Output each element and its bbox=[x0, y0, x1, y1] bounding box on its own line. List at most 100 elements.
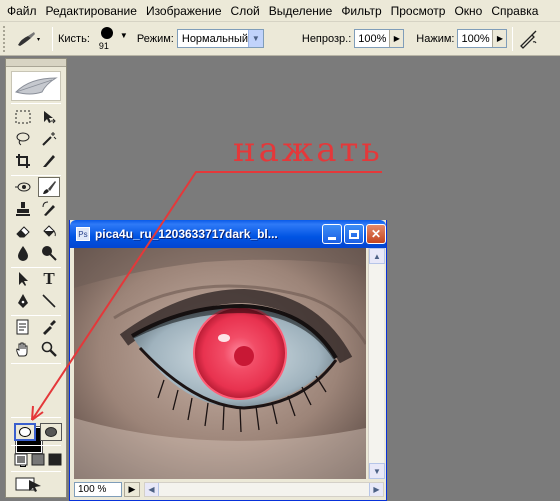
move-icon[interactable] bbox=[38, 107, 60, 127]
eye-photo bbox=[74, 248, 366, 479]
toolbox-separator bbox=[11, 363, 61, 364]
toolbox-separator bbox=[11, 471, 61, 472]
options-bar: Кисть: 91 ▼ Режим: Нормальный ▼ Непрозр.… bbox=[0, 22, 560, 56]
brush-tip-icon bbox=[100, 26, 113, 39]
line-icon[interactable] bbox=[38, 291, 60, 311]
screen-mode-controls bbox=[14, 451, 62, 467]
tool-preset-picker[interactable] bbox=[7, 26, 47, 52]
mode-label: Режим: bbox=[136, 32, 174, 45]
chevron-down-icon[interactable]: ▼ bbox=[247, 30, 263, 47]
feather-logo-icon[interactable] bbox=[11, 71, 61, 101]
pen-icon[interactable] bbox=[12, 291, 34, 311]
chevron-right-icon[interactable]: ▶ bbox=[492, 30, 507, 47]
pressure-value[interactable]: 100% bbox=[458, 33, 492, 45]
imageready-controls bbox=[14, 476, 62, 492]
document-status-bar: 100 % ▶ ◀ ▶ bbox=[74, 481, 384, 498]
slice-icon[interactable] bbox=[38, 151, 60, 171]
standard-screen-mode-icon[interactable] bbox=[14, 451, 29, 467]
tool-grid-selection bbox=[12, 107, 62, 173]
dodge-icon[interactable] bbox=[38, 243, 60, 263]
crop-icon[interactable] bbox=[12, 151, 34, 171]
options-separator bbox=[52, 26, 53, 51]
toolbox-separator bbox=[11, 315, 61, 316]
brush-label: Кисть: bbox=[58, 32, 90, 45]
pressure-label: Нажим: bbox=[416, 32, 455, 45]
hand-icon[interactable] bbox=[12, 339, 34, 359]
menu-layer[interactable]: Слой bbox=[228, 4, 263, 18]
history-brush-icon[interactable] bbox=[38, 199, 60, 219]
brush-picker[interactable]: 91 ▼ bbox=[93, 24, 129, 54]
horizontal-scrollbar[interactable]: ◀ ▶ bbox=[144, 482, 384, 497]
menu-select[interactable]: Выделение bbox=[266, 4, 336, 18]
marquee-icon[interactable] bbox=[12, 107, 34, 127]
menu-window[interactable]: Окно bbox=[451, 4, 485, 18]
clone-stamp-icon[interactable] bbox=[12, 199, 34, 219]
blur-icon[interactable] bbox=[12, 243, 34, 263]
opacity-field[interactable]: 100% ▶ bbox=[354, 29, 405, 48]
healing-brush-icon[interactable] bbox=[12, 177, 34, 197]
document-titlebar[interactable]: Ps pica4u_ru_1203633717dark_bl... ✕ bbox=[70, 220, 386, 248]
status-menu-icon[interactable]: ▶ bbox=[124, 482, 140, 497]
tool-grid-vector: T bbox=[12, 269, 62, 313]
paint-bucket-icon[interactable] bbox=[38, 221, 60, 241]
menu-bar: Файл Редактирование Изображение Слой Выд… bbox=[0, 0, 560, 22]
opacity-label: Непрозр.: bbox=[301, 32, 352, 45]
menu-filter[interactable]: Фильтр bbox=[338, 4, 384, 18]
document-window: Ps pica4u_ru_1203633717dark_bl... ✕ ▲ ▼ … bbox=[69, 220, 387, 501]
minimize-button[interactable] bbox=[322, 224, 343, 244]
maximize-icon bbox=[349, 229, 360, 239]
tool-grid-paint bbox=[12, 177, 62, 265]
quick-mask-button[interactable] bbox=[40, 423, 62, 441]
chevron-right-icon[interactable]: ▶ bbox=[389, 30, 404, 47]
brush-preset-icon bbox=[18, 31, 40, 46]
path-selection-icon[interactable] bbox=[12, 269, 34, 289]
menu-file[interactable]: Файл bbox=[4, 4, 40, 18]
menu-edit[interactable]: Редактирование bbox=[43, 4, 140, 18]
tool-grid-misc bbox=[12, 317, 62, 361]
options-separator bbox=[512, 26, 514, 51]
toolbox-separator bbox=[11, 417, 61, 418]
brush-icon[interactable] bbox=[38, 177, 60, 197]
full-screen-menu-icon[interactable] bbox=[31, 451, 46, 467]
imageready-icon[interactable] bbox=[14, 476, 44, 492]
annotation-label: нажать bbox=[233, 130, 383, 170]
mode-value: Нормальный bbox=[181, 32, 249, 45]
mode-select[interactable]: Нормальный ▼ bbox=[176, 29, 264, 48]
menu-view[interactable]: Просмотр bbox=[388, 4, 449, 18]
zoom-field[interactable]: 100 % bbox=[74, 482, 122, 497]
eyedropper-icon[interactable] bbox=[38, 317, 60, 337]
lasso-icon[interactable] bbox=[12, 129, 34, 149]
toolbox-separator bbox=[11, 267, 61, 268]
opacity-value[interactable]: 100% bbox=[355, 33, 389, 45]
type-icon[interactable]: T bbox=[38, 269, 60, 289]
vertical-scrollbar[interactable]: ▲ ▼ bbox=[368, 248, 385, 479]
minimize-icon bbox=[328, 236, 337, 240]
close-icon: ✕ bbox=[370, 227, 382, 241]
eraser-icon[interactable] bbox=[12, 221, 34, 241]
toolbox-header[interactable] bbox=[6, 59, 66, 67]
standard-mode-button[interactable] bbox=[14, 423, 36, 441]
close-button[interactable]: ✕ bbox=[366, 224, 386, 244]
scroll-left-icon[interactable]: ◀ bbox=[145, 483, 159, 496]
scroll-down-icon[interactable]: ▼ bbox=[369, 463, 385, 479]
notes-icon[interactable] bbox=[12, 317, 34, 337]
image-canvas[interactable] bbox=[74, 248, 366, 479]
quick-mask-controls bbox=[14, 423, 62, 441]
magic-wand-icon[interactable] bbox=[38, 129, 60, 149]
toolbox-separator bbox=[11, 103, 61, 104]
menu-image[interactable]: Изображение bbox=[143, 4, 225, 18]
document-title: pica4u_ru_1203633717dark_bl... bbox=[94, 227, 278, 241]
scroll-up-icon[interactable]: ▲ bbox=[369, 248, 385, 264]
pressure-field[interactable]: 100% ▶ bbox=[457, 29, 508, 48]
full-screen-icon[interactable] bbox=[47, 451, 62, 467]
scroll-right-icon[interactable]: ▶ bbox=[369, 483, 383, 496]
zoom-icon[interactable] bbox=[38, 339, 60, 359]
photoshop-doc-icon: Ps bbox=[76, 227, 90, 241]
toolbox: T ⇅ bbox=[5, 58, 67, 498]
maximize-button[interactable] bbox=[344, 224, 365, 244]
toolbox-separator bbox=[11, 445, 61, 446]
toolbox-separator bbox=[11, 175, 61, 176]
airbrush-icon[interactable] bbox=[518, 29, 538, 49]
menu-help[interactable]: Справка bbox=[488, 4, 541, 18]
chevron-down-icon: ▼ bbox=[119, 30, 128, 40]
